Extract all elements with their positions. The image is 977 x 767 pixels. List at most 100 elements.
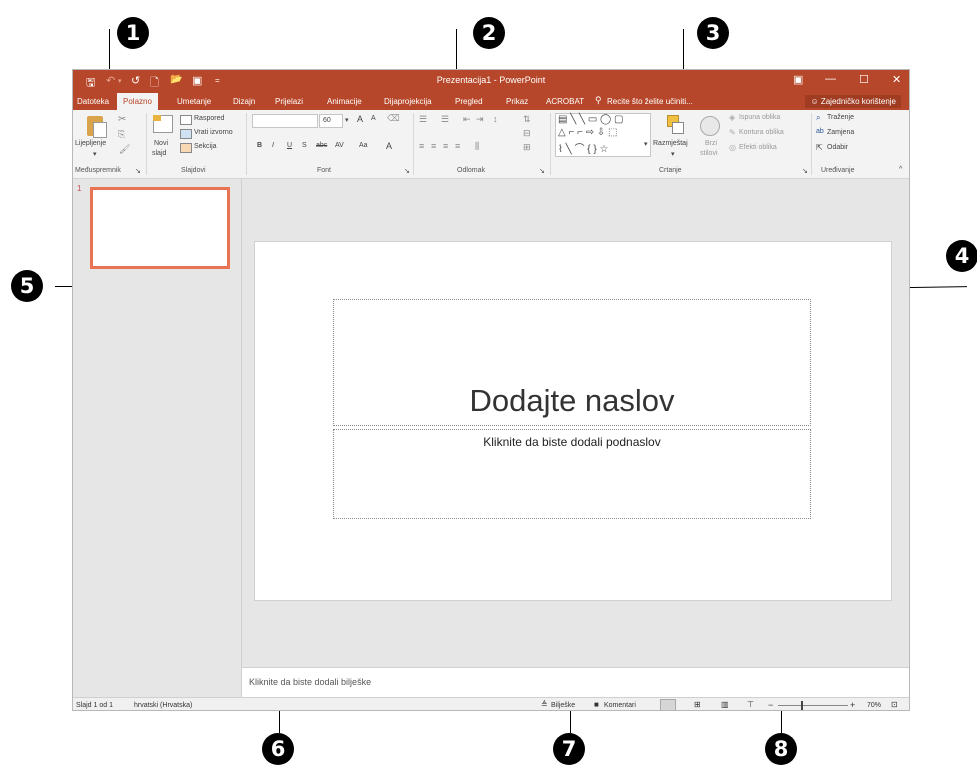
select-button[interactable]: Odabir bbox=[827, 144, 848, 151]
tab-review[interactable]: Pregled bbox=[455, 97, 483, 106]
slide-count[interactable]: Slajd 1 od 1 bbox=[76, 702, 113, 709]
zoom-level[interactable]: 70% bbox=[867, 702, 881, 709]
tab-slideshow[interactable]: Dijaprojekcija bbox=[384, 97, 432, 106]
font-launcher-icon[interactable]: ↘ bbox=[404, 167, 410, 175]
arrange-icon-front bbox=[672, 122, 684, 134]
slide-thumbnail[interactable] bbox=[90, 187, 230, 269]
slide-sorter-view-icon[interactable]: ⊞ bbox=[694, 700, 701, 709]
shape-outline-button[interactable]: Kontura oblika bbox=[739, 129, 784, 136]
font-size-combo[interactable]: 60 bbox=[319, 114, 343, 128]
tab-acrobat[interactable]: ACROBAT bbox=[546, 97, 584, 106]
maximize-icon[interactable]: ☐ bbox=[859, 73, 869, 86]
comments-button[interactable]: Komentari bbox=[604, 702, 636, 709]
underline-button[interactable]: U bbox=[287, 142, 292, 149]
increase-indent-icon[interactable]: ⇥ bbox=[476, 114, 484, 125]
font-color-button[interactable]: A bbox=[386, 141, 392, 151]
tab-file[interactable]: Datoteka bbox=[77, 97, 109, 106]
character-spacing-button[interactable]: AV bbox=[335, 142, 344, 149]
subtitle-placeholder[interactable]: Kliknite da biste dodali podnaslov bbox=[333, 429, 811, 519]
language-indicator[interactable]: hrvatski (Hrvatska) bbox=[134, 702, 192, 709]
align-right-icon[interactable]: ≡ bbox=[443, 141, 448, 151]
normal-view-button[interactable] bbox=[660, 699, 676, 710]
columns-icon[interactable]: ⫼ bbox=[475, 141, 479, 152]
slide-canvas[interactable]: Dodajte naslov Kliknite da biste dodali … bbox=[254, 241, 892, 601]
section-button[interactable]: Sekcija bbox=[194, 143, 217, 150]
text-direction-icon[interactable]: ⇅ bbox=[523, 114, 531, 125]
zoom-out-button[interactable]: − bbox=[768, 700, 773, 710]
reading-view-icon[interactable]: ▥ bbox=[721, 700, 729, 709]
layout-button[interactable]: Raspored bbox=[194, 115, 224, 122]
zoom-in-button[interactable]: + bbox=[850, 700, 855, 710]
reset-button[interactable]: Vrati izvorno bbox=[194, 129, 233, 136]
shape-fill-icon: ◈ bbox=[729, 113, 736, 122]
ribbon-display-options-icon[interactable]: ▣ bbox=[793, 73, 803, 86]
shrink-font-icon[interactable]: A bbox=[371, 115, 376, 122]
arrange-label: Razmještaj bbox=[653, 140, 688, 147]
ribbon-home: Lijepljenje ▾ ✂ ⎘ 🖌 Međuspremnik ↘ Novi … bbox=[73, 110, 909, 179]
collapse-ribbon-icon[interactable]: ^ bbox=[899, 166, 902, 173]
clear-formatting-icon[interactable]: ⌫ bbox=[387, 113, 400, 124]
tab-design[interactable]: Dizajn bbox=[233, 97, 255, 106]
new-slide-spark-icon bbox=[153, 115, 161, 121]
share-label: Zajedničko korištenje bbox=[820, 97, 896, 106]
title-placeholder[interactable]: Dodajte naslov bbox=[333, 299, 811, 426]
shape-effects-button[interactable]: Efekti oblika bbox=[739, 144, 777, 151]
italic-button[interactable]: I bbox=[272, 142, 274, 149]
subtitle-placeholder-text: Kliknite da biste dodali podnaslov bbox=[483, 435, 661, 449]
align-text-icon[interactable]: ⊟ bbox=[523, 128, 531, 139]
quick-styles-label-2: stilovi bbox=[700, 150, 718, 157]
clipboard-launcher-icon[interactable]: ↘ bbox=[135, 167, 141, 175]
group-separator bbox=[413, 113, 414, 175]
notes-pane[interactable]: Kliknite da biste dodali bilješke bbox=[242, 667, 909, 698]
replace-button[interactable]: Zamjena bbox=[827, 129, 854, 136]
callout-1: 1 bbox=[117, 17, 149, 49]
tell-me-box[interactable]: Recite što želite učiniti... bbox=[607, 97, 693, 106]
fit-to-window-icon[interactable]: ⊡ bbox=[891, 700, 898, 709]
group-separator bbox=[550, 113, 551, 175]
shapes-row-2: △ ⌐ ⌐ ⇨ ⇩ ⬚ bbox=[558, 127, 618, 138]
bullets-icon[interactable]: ☰ bbox=[419, 114, 427, 125]
share-button[interactable]: ☺ Zajedničko korištenje bbox=[805, 95, 901, 108]
font-name-combo[interactable] bbox=[252, 114, 318, 128]
numbering-icon[interactable]: ☰ bbox=[441, 114, 449, 125]
person-icon: ☺ bbox=[810, 97, 819, 106]
tab-view[interactable]: Prikaz bbox=[506, 97, 528, 106]
decrease-indent-icon[interactable]: ⇤ bbox=[463, 114, 471, 125]
close-icon[interactable]: ✕ bbox=[892, 73, 901, 86]
strikethrough-button[interactable]: abc bbox=[316, 142, 327, 149]
shadow-button[interactable]: S bbox=[302, 142, 307, 149]
font-size-dropdown-icon[interactable]: ▾ bbox=[345, 116, 349, 124]
font-group-label: Font bbox=[317, 167, 332, 174]
drawing-launcher-icon[interactable]: ↘ bbox=[802, 167, 808, 175]
copy-icon[interactable]: ⎘ bbox=[118, 129, 125, 140]
group-separator bbox=[246, 113, 247, 175]
align-center-icon[interactable]: ≡ bbox=[431, 141, 436, 151]
new-slide-label-1: Novi bbox=[154, 140, 169, 147]
shapes-more-icon[interactable]: ▾ bbox=[644, 140, 648, 148]
align-left-icon[interactable]: ≡ bbox=[419, 141, 424, 151]
tab-home[interactable]: Polazno bbox=[117, 93, 158, 110]
smartart-icon[interactable]: ⊞ bbox=[523, 142, 531, 153]
tab-insert[interactable]: Umetanje bbox=[177, 97, 211, 106]
minimize-icon[interactable]: — bbox=[825, 73, 836, 85]
window-title: Prezentacija1 - PowerPoint bbox=[436, 75, 546, 85]
paragraph-launcher-icon[interactable]: ↘ bbox=[539, 167, 545, 175]
bold-button[interactable]: B bbox=[257, 142, 262, 149]
layout-icon bbox=[180, 115, 192, 125]
justify-icon[interactable]: ≡ bbox=[455, 141, 460, 151]
tab-animations[interactable]: Animacije bbox=[327, 97, 362, 106]
shapes-gallery[interactable]: ▤ ╲ ╲ ▭ ◯ ▢ △ ⌐ ⌐ ⇨ ⇩ ⬚ ⌇ ╲ ⌒ { } ☆ bbox=[555, 113, 651, 157]
grow-font-icon[interactable]: A bbox=[357, 114, 363, 124]
line-spacing-icon[interactable]: ↕ bbox=[493, 114, 498, 124]
zoom-slider-thumb[interactable] bbox=[801, 701, 803, 710]
find-button[interactable]: Traženje bbox=[827, 114, 854, 121]
slideshow-view-icon[interactable]: ⊤ bbox=[747, 700, 754, 709]
shape-fill-button[interactable]: Ispuna oblika bbox=[739, 114, 780, 121]
cut-icon[interactable]: ✂ bbox=[118, 114, 126, 125]
paste-dropdown-icon: ▾ bbox=[93, 151, 97, 158]
tab-transitions[interactable]: Prijelazi bbox=[275, 97, 303, 106]
change-case-button[interactable]: Aa bbox=[359, 142, 368, 149]
zoom-slider[interactable] bbox=[778, 705, 848, 706]
format-painter-icon[interactable]: 🖌 bbox=[119, 144, 130, 155]
notes-button[interactable]: Bilješke bbox=[551, 702, 575, 709]
